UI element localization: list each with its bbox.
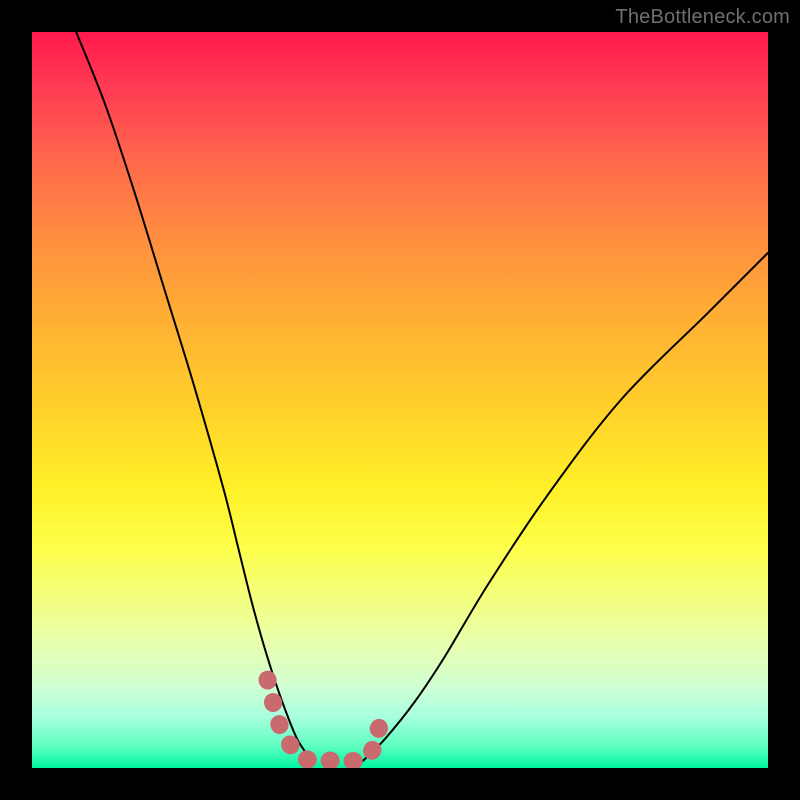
chart-layer [76, 32, 768, 761]
chart-svg [32, 32, 768, 768]
chart-stage: TheBottleneck.com [0, 0, 800, 800]
valley-marker [268, 680, 386, 762]
plot-area [32, 32, 768, 768]
left-curve [76, 32, 312, 761]
right-curve [363, 253, 768, 761]
watermark-text: TheBottleneck.com [615, 6, 790, 29]
